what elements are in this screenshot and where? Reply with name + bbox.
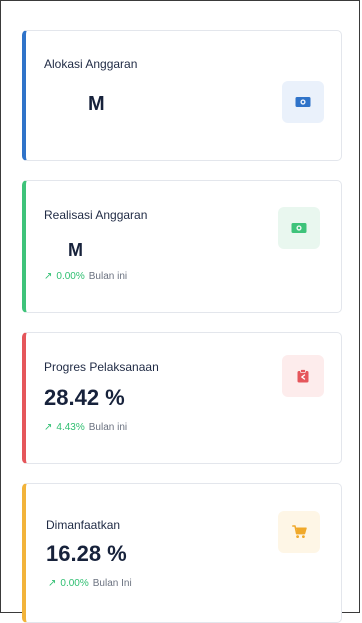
card-icon-box [278,511,320,553]
trend-percent: 0.00% [56,271,85,282]
card-value: 16.28 % [46,541,127,566]
trend-row: ↗ 0.00% Bulan ini [44,271,127,282]
trend-row: ↗ 0.00% Bulan Ini [48,578,132,589]
trend-period: Bulan Ini [92,578,132,589]
card-title: Dimanfaatkan [46,518,121,532]
card-progres-pelaksanaan[interactable]: Progres Pelaksanaan 28.42 % ↗ 4.43% Bula… [22,332,342,464]
card-value: M [88,93,105,115]
trend-percent: 4.43% [56,422,85,433]
trend-period: Bulan ini [88,271,128,282]
money-bill-icon [295,97,311,107]
card-value: 28.42 % [44,385,125,410]
trend-row: ↗ 4.43% Bulan ini [44,422,127,433]
card-title: Realisasi Anggaran [44,208,148,222]
cart-icon [291,525,307,538]
dashboard-panel: Alokasi Anggaran M Realisasi Anggaran M … [0,0,360,623]
card-icon-box [282,81,324,123]
card-title: Alokasi Anggaran [44,57,138,71]
trend-percent: 0.00% [60,578,89,589]
card-dimanfaatkan[interactable]: Dimanfaatkan 16.28 % ↗ 0.00% Bulan Ini [22,483,342,623]
trend-up-icon: ↗ [44,422,53,433]
card-realisasi-anggaran[interactable]: Realisasi Anggaran M ↗ 0.00% Bulan ini [22,180,342,313]
clipboard-icon [297,369,309,383]
card-alokasi-anggaran[interactable]: Alokasi Anggaran M [22,30,342,161]
card-icon-box [282,355,324,397]
trend-period: Bulan ini [88,422,128,433]
money-bill-icon [291,223,307,233]
card-value: M [68,240,83,260]
trend-up-icon: ↗ [44,271,53,282]
trend-up-icon: ↗ [48,578,57,589]
card-title: Progres Pelaksanaan [44,360,159,374]
card-icon-box [278,207,320,249]
